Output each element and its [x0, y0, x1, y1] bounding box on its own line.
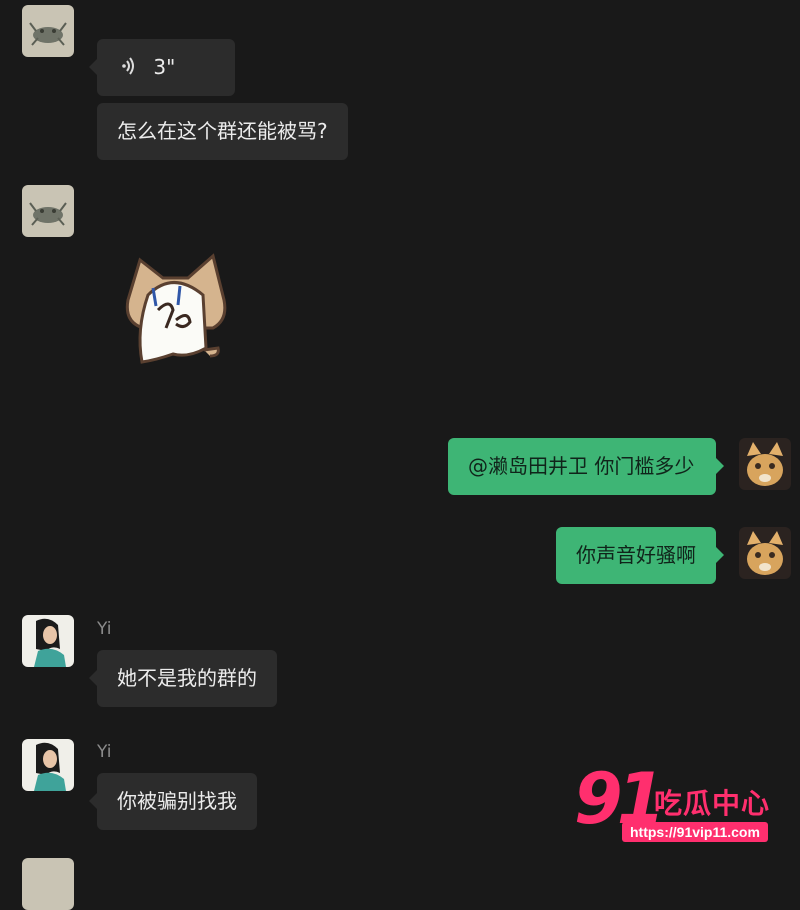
outgoing-message-bubble[interactable]: 你声音好骚啊 [556, 527, 724, 584]
avatar-yi[interactable] [22, 615, 74, 667]
watermark-title: 吃瓜中心 [654, 787, 771, 820]
avatar-cat-self[interactable] [739, 438, 791, 490]
message-text: 你声音好骚啊 [576, 543, 696, 567]
avatar-cat-self[interactable] [739, 527, 791, 579]
message-text: @濑岛田井卫 你门槛多少 [468, 454, 695, 478]
message-bubble[interactable]: 她不是我的群的 [89, 650, 277, 707]
avatar-crab[interactable] [22, 185, 74, 237]
sender-name: Yi [97, 742, 112, 762]
message-text: 她不是我的群的 [117, 666, 257, 690]
message-text: 你被骗别找我 [117, 789, 237, 813]
outgoing-message-bubble[interactable]: @濑岛田井卫 你门槛多少 [448, 438, 724, 495]
avatar-crab[interactable] [22, 5, 74, 57]
voice-icon [119, 56, 139, 81]
avatar-crab[interactable] [22, 858, 74, 910]
watermark-url: https://91vip11.com [622, 822, 768, 842]
message-bubble[interactable]: 你被骗别找我 [89, 773, 257, 830]
message-bubble[interactable]: 怎么在这个群还能被骂? [97, 103, 348, 160]
cat-sticker[interactable] [118, 250, 233, 372]
voice-message-bubble[interactable]: 3" [89, 39, 235, 96]
watermark-logo: 91 吃瓜中心 https://91vip11.com [572, 758, 787, 854]
avatar-yi[interactable] [22, 739, 74, 791]
sender-name: Yi [97, 619, 112, 639]
voice-duration: 3" [153, 55, 176, 79]
message-text: 怎么在这个群还能被骂? [117, 119, 328, 143]
